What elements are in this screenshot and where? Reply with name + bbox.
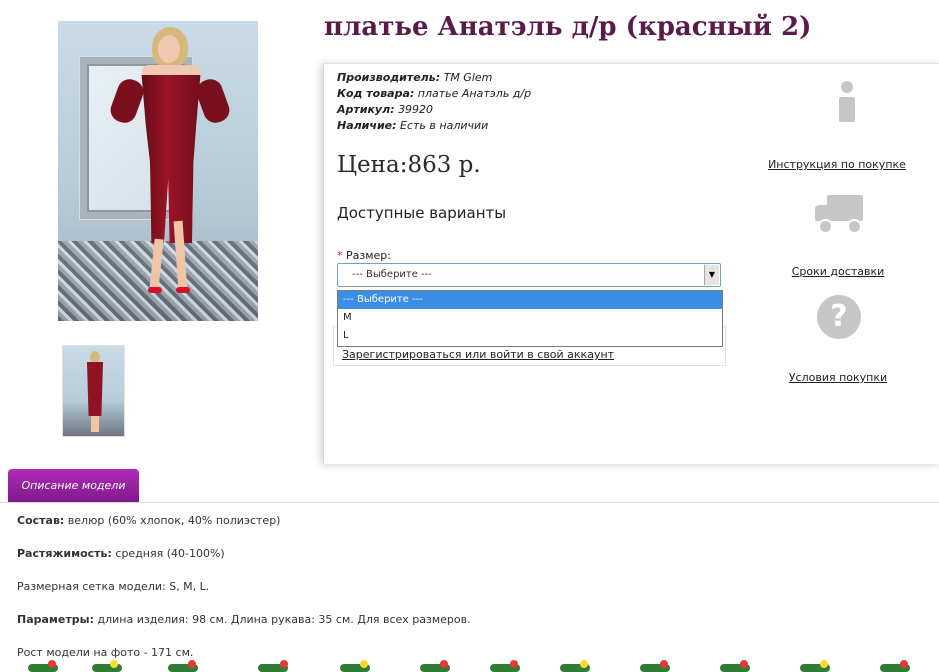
meta-manufacturer: Производитель: TM Glem <box>337 70 531 86</box>
tab-divider <box>0 502 939 503</box>
desc-label: Параметры: <box>17 613 94 626</box>
garland-ornament <box>280 660 288 668</box>
meta-product-code: Код товара: платье Анатэль д/р <box>337 86 531 102</box>
info-icon-bar <box>839 97 855 122</box>
login-link[interactable]: Зарегистрироваться или войти в свой акка… <box>342 348 614 361</box>
thumb-model-legs <box>91 416 99 432</box>
garland-ornament <box>900 660 908 668</box>
desc-model-height: Рост модели на фото - 171 см. <box>17 646 193 659</box>
dropdown-option-m[interactable]: M <box>338 309 722 327</box>
garland-ornament <box>440 660 448 668</box>
sidebar-item-label[interactable]: Сроки доставки <box>792 265 885 278</box>
red-shoe-left <box>148 287 162 293</box>
product-thumbnail[interactable] <box>62 345 125 437</box>
info-icon-dot <box>841 81 853 93</box>
variants-heading: Доступные варианты <box>337 204 507 222</box>
garland-ornament <box>820 660 828 668</box>
desc-value: Рост модели на фото - 171 см. <box>17 646 194 659</box>
garland-ornament <box>580 660 588 668</box>
meta-value: Есть в наличии <box>400 119 489 132</box>
size-select-value: --- Выберите --- <box>352 269 432 280</box>
sidebar-item-instructions[interactable]: Инструкция по покупке <box>762 153 912 172</box>
sidebar-item-delivery[interactable]: Сроки доставки <box>763 260 913 279</box>
product-price: Цена:863 р. <box>337 152 481 178</box>
garland-decoration <box>0 660 939 672</box>
desc-label: Состав: <box>17 514 65 527</box>
question-icon[interactable]: ? <box>817 295 861 339</box>
tab-description[interactable]: Описание модели <box>8 469 139 502</box>
meta-value: 39920 <box>398 103 434 116</box>
garland-ornament <box>110 660 118 668</box>
truck-icon[interactable] <box>815 193 865 234</box>
desc-stretch: Растяжимость: средняя (40-100%) <box>17 547 225 560</box>
dropdown-option-l[interactable]: L <box>338 327 722 345</box>
required-mark: * <box>337 249 343 262</box>
meta-availability: Наличие: Есть в наличии <box>337 118 531 134</box>
sidebar-item-label[interactable]: Условия покупки <box>789 371 887 384</box>
desc-value: Размерная сетка модели: S, M, L. <box>17 580 210 593</box>
size-select[interactable]: --- Выберите --- ▼ <box>337 263 721 287</box>
meta-label: Производитель: <box>337 71 441 84</box>
size-dropdown-list: --- Выберите --- M L <box>337 290 723 347</box>
meta-sku: Артикул: 39920 <box>337 102 531 118</box>
info-icon[interactable] <box>836 81 858 123</box>
desc-value: средняя (40-100%) <box>111 547 225 560</box>
chevron-down-icon[interactable]: ▼ <box>704 265 719 285</box>
meta-label: Наличие: <box>337 119 397 132</box>
desc-composition: Состав: велюр (60% хлопок, 40% полиэстер… <box>17 514 280 527</box>
sidebar-item-label[interactable]: Инструкция по покупке <box>768 158 906 171</box>
product-title: платье Анатэль д/р (красный 2) <box>324 12 812 42</box>
dropdown-option-placeholder[interactable]: --- Выберите --- <box>338 291 722 309</box>
product-meta: Производитель: TM Glem Код товара: плать… <box>337 70 531 134</box>
size-label: * Размер: <box>337 249 391 262</box>
meta-label: Код товара: <box>337 87 415 100</box>
meta-value: TM Glem <box>443 71 493 84</box>
thumb-dress <box>87 362 103 416</box>
meta-value: платье Анатэль д/р <box>417 87 532 100</box>
truck-body <box>827 195 863 221</box>
red-shoe-right <box>176 287 190 293</box>
truck-wheel <box>818 219 833 234</box>
garland-ornament <box>48 660 56 668</box>
product-main-image[interactable] <box>58 21 258 321</box>
desc-value: длина изделия: 98 см. Длина рукава: 35 с… <box>93 613 471 626</box>
model-face <box>158 35 180 63</box>
desc-params: Параметры: длина изделия: 98 см. Длина р… <box>17 613 471 626</box>
garland-ornament <box>660 660 668 668</box>
truck-wheel <box>847 219 862 234</box>
meta-label: Артикул: <box>337 103 395 116</box>
desc-value: велюр (60% хлопок, 40% полиэстер) <box>64 514 281 527</box>
garland-ornament <box>360 660 368 668</box>
garland-ornament <box>740 660 748 668</box>
thumb-model-head <box>90 351 100 363</box>
garland-ornament <box>510 660 518 668</box>
desc-sizes: Размерная сетка модели: S, M, L. <box>17 580 209 593</box>
size-label-text: Размер: <box>346 249 391 262</box>
garland-ornament <box>188 660 196 668</box>
desc-label: Растяжимость: <box>17 547 112 560</box>
sidebar-item-terms[interactable]: Условия покупки <box>763 366 913 385</box>
